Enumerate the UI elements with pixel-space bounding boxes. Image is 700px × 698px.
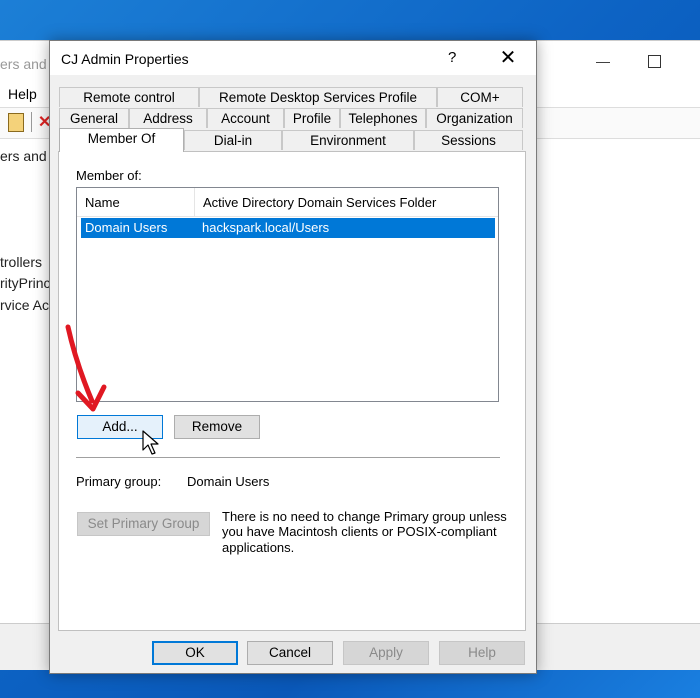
tree-item[interactable]: rityPrinc	[0, 275, 51, 291]
tab-remote-control[interactable]: Remote control	[59, 87, 199, 107]
properties-dialog: CJ Admin Properties ? ✕ Remote control R…	[49, 40, 537, 674]
groups-list[interactable]: Name Active Directory Domain Services Fo…	[76, 187, 499, 402]
tab-profile[interactable]: Profile	[284, 108, 340, 128]
primary-group-note-line: There is no need to change Primary group…	[222, 509, 507, 524]
tab-account[interactable]: Account	[207, 108, 284, 128]
toolbar-separator	[31, 112, 32, 132]
minimize-icon[interactable]: —	[596, 53, 610, 69]
tab-organization[interactable]: Organization	[426, 108, 523, 128]
cursor-icon	[142, 430, 159, 455]
primary-group-label: Primary group:	[76, 474, 162, 489]
tab-address[interactable]: Address	[129, 108, 207, 128]
tree-item[interactable]: trollers	[0, 254, 42, 270]
background-title: ers and	[0, 56, 47, 72]
clipboard-icon[interactable]	[8, 113, 24, 132]
member-of-panel: Member of: Name Active Directory Domain …	[58, 151, 526, 631]
divider	[76, 457, 500, 458]
close-icon[interactable]: ✕	[496, 45, 520, 70]
list-header: Name Active Directory Domain Services Fo…	[77, 188, 498, 217]
cancel-button[interactable]: Cancel	[247, 641, 333, 665]
annotation-arrow-icon	[65, 324, 107, 412]
tab-member-of[interactable]: Member Of	[59, 128, 184, 152]
tab-sessions[interactable]: Sessions	[414, 130, 523, 150]
ok-button[interactable]: OK	[152, 641, 238, 665]
column-divider[interactable]	[194, 188, 195, 216]
help-icon[interactable]: ?	[448, 49, 456, 66]
tab-com-plus[interactable]: COM+	[437, 87, 523, 107]
help-button[interactable]: Help	[439, 641, 525, 665]
list-item[interactable]: Domain Users hackspark.local/Users	[81, 218, 495, 238]
menu-help[interactable]: Help	[8, 86, 37, 102]
member-of-label: Member of:	[76, 168, 142, 183]
dialog-titlebar: CJ Admin Properties ? ✕	[50, 41, 536, 75]
tree-item[interactable]: rvice Ac	[0, 297, 49, 313]
primary-group-note-line: you have Macintosh clients or POSIX-comp…	[222, 524, 497, 539]
group-folder: hackspark.local/Users	[202, 220, 330, 235]
column-header-name[interactable]: Name	[85, 195, 120, 210]
primary-group-note-line: applications.	[222, 540, 295, 555]
set-primary-group-button[interactable]: Set Primary Group	[77, 512, 210, 536]
group-name: Domain Users	[85, 220, 168, 235]
apply-button[interactable]: Apply	[343, 641, 429, 665]
tab-environment[interactable]: Environment	[282, 130, 414, 150]
column-header-folder[interactable]: Active Directory Domain Services Folder	[203, 195, 436, 210]
tab-dial-in[interactable]: Dial-in	[184, 130, 282, 150]
dialog-title: CJ Admin Properties	[61, 51, 189, 67]
remove-button[interactable]: Remove	[174, 415, 260, 439]
tab-telephones[interactable]: Telephones	[340, 108, 426, 128]
maximize-icon[interactable]	[648, 55, 661, 68]
tab-general[interactable]: General	[59, 108, 129, 128]
tab-remote-desktop-services-profile[interactable]: Remote Desktop Services Profile	[199, 87, 437, 107]
primary-group-value: Domain Users	[187, 474, 270, 489]
